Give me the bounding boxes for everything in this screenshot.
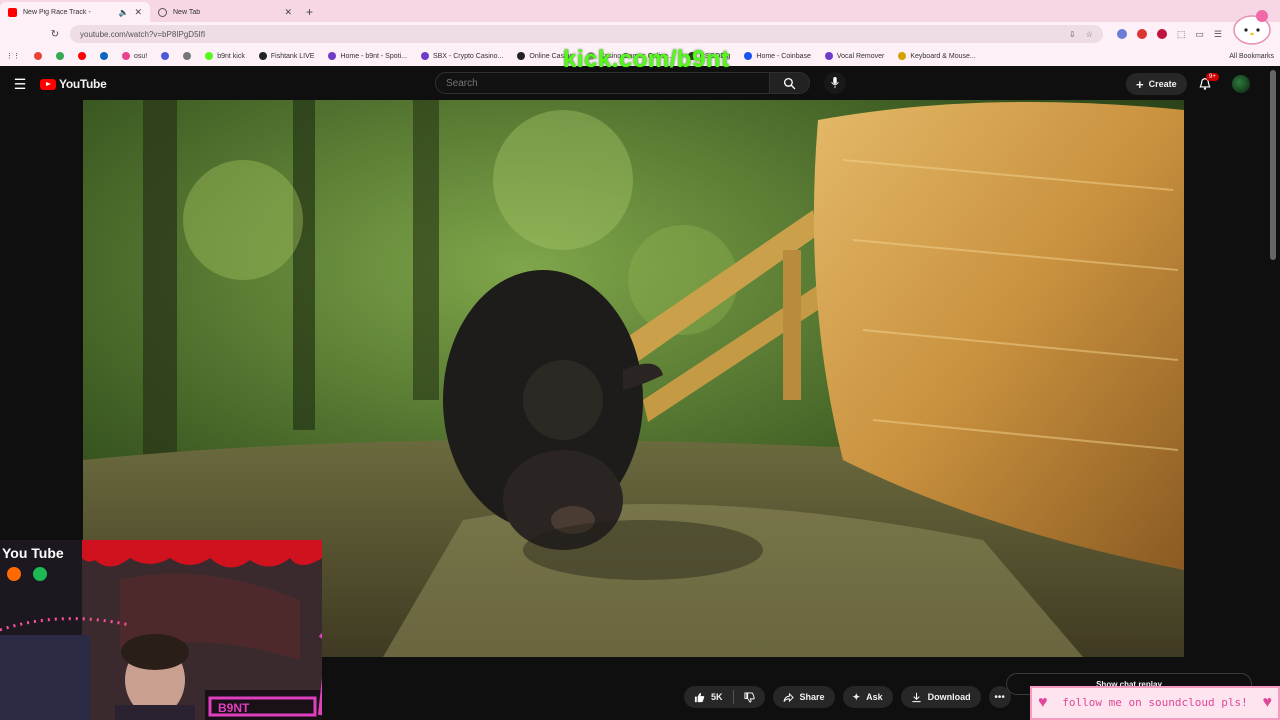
bookmark-item[interactable] xyxy=(183,52,192,60)
bookmark-item[interactable] xyxy=(161,52,170,60)
tab-title: New Pig Race Track - xyxy=(23,8,91,16)
install-icon[interactable]: ⇩ xyxy=(1069,30,1076,39)
hamburger-menu-icon[interactable]: ☰ xyxy=(0,76,40,93)
notification-badge: 9+ xyxy=(1206,73,1219,81)
search-bar xyxy=(435,72,846,94)
youtube-logo[interactable]: YouTube xyxy=(40,77,107,91)
webcam-brand-text: You Tube xyxy=(2,545,64,561)
webcam-overlay: You Tube B9NT xyxy=(0,540,322,720)
ask-button[interactable]: ✦ Ask xyxy=(842,686,893,708)
reload-icon[interactable]: ↻ xyxy=(48,29,62,40)
download-icon xyxy=(911,692,921,702)
bookmark-item[interactable] xyxy=(78,52,86,60)
video-actions: 5K Share ✦ Ask Download ••• xyxy=(684,686,1011,708)
more-dots-icon: ••• xyxy=(994,691,1005,703)
menu-icon[interactable]: ☰ xyxy=(1214,29,1222,40)
browser-toolbar: ↻ youtube.com/watch?v=bP8IPgD5IfI ⇩ ☆ ⬚ … xyxy=(0,22,1280,46)
microphone-icon xyxy=(831,77,839,89)
like-dislike-group: 5K xyxy=(684,686,765,708)
search-icon xyxy=(783,77,796,89)
soundcloud-overlay-banner: ♥ follow me on soundcloud pls! ♥ xyxy=(1030,686,1280,720)
voice-search-button[interactable] xyxy=(824,72,846,94)
avatar[interactable] xyxy=(1232,75,1250,93)
share-icon xyxy=(782,692,794,702)
new-tab-button[interactable]: + xyxy=(300,2,319,22)
thumbs-up-icon xyxy=(694,692,705,702)
extension-icon[interactable] xyxy=(1116,28,1127,39)
dislike-button[interactable] xyxy=(734,686,765,708)
mute-icon[interactable]: 🔈 xyxy=(118,8,128,17)
youtube-favicon-icon xyxy=(8,7,17,17)
bookmark-item[interactable] xyxy=(56,52,64,60)
bookmark-item[interactable] xyxy=(34,52,42,60)
bookmark-item[interactable]: Keyboard & Mouse... xyxy=(898,52,976,60)
plus-icon: + xyxy=(1136,76,1144,92)
bookmark-item[interactable]: Vocal Remover xyxy=(824,52,884,60)
bookmark-item[interactable]: SBX - Crypto Casino... xyxy=(420,52,503,60)
bookmark-item[interactable]: Home - Coinbase xyxy=(744,52,811,60)
heart-icon: ♥ xyxy=(1038,694,1048,711)
create-button[interactable]: + Create xyxy=(1126,73,1187,95)
download-button[interactable]: Download xyxy=(900,686,981,708)
bookmark-item[interactable] xyxy=(100,52,108,60)
browser-tab-youtube[interactable]: New Pig Race Track - 🔈 ✕ xyxy=(0,2,150,22)
webcam-tag-text: B9NT xyxy=(218,701,250,715)
webcam-frame: You Tube B9NT xyxy=(0,540,322,720)
all-bookmarks[interactable]: All Bookmarks xyxy=(1229,53,1274,60)
close-tab-icon[interactable]: ✕ xyxy=(284,7,292,18)
share-button[interactable]: Share xyxy=(772,686,835,708)
url-text: youtube.com/watch?v=bP8IPgD5IfI xyxy=(80,29,206,39)
soundcloud-text: follow me on soundcloud pls! xyxy=(1062,696,1248,709)
heart-icon: ♥ xyxy=(1262,694,1273,711)
like-button[interactable]: 5K xyxy=(684,686,733,708)
puzzle-icon[interactable]: ⬚ xyxy=(1177,29,1186,40)
hello-kitty-decoration xyxy=(1233,10,1271,45)
thumbs-down-icon xyxy=(743,691,755,703)
globe-favicon-icon xyxy=(158,7,167,17)
browser-tab-new[interactable]: New Tab ✕ xyxy=(150,2,300,22)
bookmark-item[interactable]: b9nt kick xyxy=(205,52,245,60)
record-icon[interactable] xyxy=(1156,28,1167,39)
youtube-header: ☰ YouTube + Create 9+ xyxy=(0,68,1280,100)
extension-icon[interactable] xyxy=(1136,28,1147,39)
sparkle-icon: ✦ xyxy=(852,691,861,702)
bookmark-item[interactable]: Home - b9nt - Spoti... xyxy=(328,52,407,60)
address-bar[interactable]: youtube.com/watch?v=bP8IPgD5IfI ⇩ ☆ xyxy=(70,25,1103,43)
youtube-play-icon xyxy=(40,78,56,90)
page-scrollbar[interactable] xyxy=(1270,70,1276,260)
apps-icon[interactable]: ⋮⋮ xyxy=(6,52,20,60)
browser-tab-strip: New Pig Race Track - 🔈 ✕ New Tab ✕ + xyxy=(0,0,1280,22)
tab-title: New Tab xyxy=(173,8,201,16)
bookmark-item[interactable]: osu! xyxy=(122,52,147,60)
close-tab-icon[interactable]: ✕ xyxy=(134,7,142,18)
cast-icon[interactable]: ▭ xyxy=(1195,29,1204,40)
bookmark-item[interactable]: Fishtank LIVE xyxy=(258,52,314,60)
bookmark-star-icon[interactable]: ☆ xyxy=(1086,30,1093,39)
search-input[interactable] xyxy=(435,72,770,94)
search-button[interactable] xyxy=(770,72,810,94)
